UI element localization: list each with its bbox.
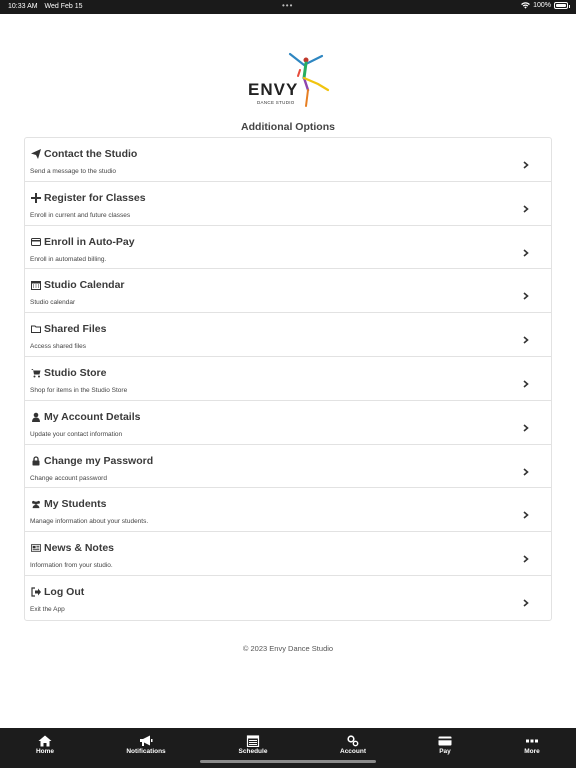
send-icon: [30, 149, 41, 160]
option-title: My Account Details: [44, 410, 141, 423]
option-subtitle: Manage information about your students.: [30, 518, 149, 526]
sign-out-icon: [30, 586, 41, 597]
chevron-right-icon: [522, 594, 530, 607]
tab-label: Notifications: [126, 748, 166, 755]
lock-icon: [30, 455, 41, 466]
folder-icon: [30, 324, 41, 335]
option-log-out[interactable]: Log Out Exit the App: [25, 576, 551, 620]
home-icon: [38, 734, 52, 747]
tab-more[interactable]: More: [497, 734, 567, 755]
option-title: Change my Password: [44, 454, 154, 467]
studio-logo: ENVY DANCE STUDIO: [246, 50, 332, 110]
options-list: Contact the Studio Send a message to the…: [24, 137, 552, 621]
status-date: Wed Feb 15: [44, 3, 83, 10]
option-subtitle: Enroll in current and future classes: [30, 211, 131, 219]
chevron-right-icon: [522, 200, 530, 213]
wifi-icon: [521, 2, 530, 9]
multitasking-dots-icon[interactable]: •••: [282, 1, 293, 10]
cogs-icon: [346, 734, 360, 747]
chevron-right-icon: [522, 287, 530, 300]
option-register-classes[interactable]: Register for Classes Enroll in current a…: [25, 182, 551, 226]
option-change-password[interactable]: Change my Password Change account passwo…: [25, 445, 551, 489]
option-subtitle: Enroll in automated billing.: [30, 255, 107, 263]
tab-schedule[interactable]: Schedule: [218, 734, 288, 755]
battery-percent: 100%: [533, 2, 551, 9]
tab-label: Home: [35, 748, 55, 755]
chevron-right-icon: [522, 375, 530, 388]
home-indicator[interactable]: [200, 760, 376, 763]
option-account-details[interactable]: My Account Details Update your contact i…: [25, 401, 551, 445]
schedule-icon: [246, 734, 260, 748]
option-title: Studio Calendar: [44, 279, 125, 292]
option-studio-store[interactable]: Studio Store Shop for items in the Studi…: [25, 357, 551, 401]
chevron-right-icon: [522, 550, 530, 563]
logo-tagline: DANCE STUDIO: [257, 100, 295, 105]
option-title: Contact the Studio: [44, 148, 138, 160]
option-title: Shared Files: [44, 323, 107, 336]
option-subtitle: Send a message to the studio: [30, 168, 117, 175]
credit-card-icon: [30, 236, 41, 247]
option-subtitle: Access shared files: [30, 343, 86, 351]
chevron-right-icon: [522, 244, 530, 257]
logo-wordmark: ENVY: [248, 80, 299, 99]
copyright-text: © 2023 Envy Dance Studio: [242, 644, 334, 653]
option-subtitle: Exit the App: [30, 605, 65, 613]
status-time: 10:33 AM: [8, 3, 38, 10]
option-title: Log Out: [44, 585, 85, 598]
more-icon: [525, 734, 539, 746]
option-auto-pay[interactable]: Enroll in Auto-Pay Enroll in automated b…: [25, 226, 551, 270]
calendar-icon: [30, 280, 41, 291]
option-news-notes[interactable]: News & Notes Information from your studi…: [25, 532, 551, 576]
option-title: News & Notes: [44, 542, 115, 555]
option-title: Studio Store: [44, 366, 107, 379]
option-shared-files[interactable]: Shared Files Access shared files: [25, 313, 551, 357]
battery-icon: [554, 2, 570, 9]
users-icon: [30, 499, 41, 510]
option-title: Register for Classes: [44, 191, 146, 204]
cart-icon: [30, 367, 41, 378]
user-icon: [30, 411, 41, 422]
option-subtitle: Change account password: [30, 474, 107, 482]
option-title: My Students: [44, 498, 107, 511]
chevron-right-icon: [522, 156, 530, 169]
option-subtitle: Information from your studio.: [30, 562, 113, 570]
option-subtitle: Studio calendar: [30, 299, 76, 307]
status-bar: 10:33 AM Wed Feb 15 ••• 100%: [0, 0, 576, 14]
option-my-students[interactable]: My Students Manage information about you…: [25, 488, 551, 533]
chevron-right-icon: [522, 419, 530, 432]
tab-account[interactable]: Account: [318, 734, 388, 755]
card-icon: [438, 734, 452, 746]
option-studio-calendar[interactable]: Studio Calendar Studio calendar: [25, 269, 551, 314]
option-subtitle: Update your contact information: [30, 430, 123, 438]
tab-pay[interactable]: Pay: [410, 734, 480, 755]
tab-label: Account: [340, 748, 366, 755]
option-title: Enroll in Auto-Pay: [44, 235, 135, 248]
option-contact-studio[interactable]: Contact the Studio Send a message to the…: [25, 138, 551, 182]
newspaper-icon: [30, 543, 41, 554]
tab-notifications[interactable]: Notifications: [111, 734, 181, 755]
page-title: Additional Options: [241, 121, 335, 133]
megaphone-icon: [139, 734, 153, 746]
chevron-right-icon: [522, 463, 530, 476]
chevron-right-icon: [522, 506, 530, 519]
plus-icon: [30, 192, 41, 203]
tab-label: Schedule: [238, 748, 268, 755]
tab-home[interactable]: Home: [10, 734, 80, 755]
tab-label: Pay: [439, 748, 451, 755]
chevron-right-icon: [522, 331, 530, 344]
tab-label: More: [524, 748, 540, 755]
option-subtitle: Shop for items in the Studio Store: [30, 386, 128, 394]
